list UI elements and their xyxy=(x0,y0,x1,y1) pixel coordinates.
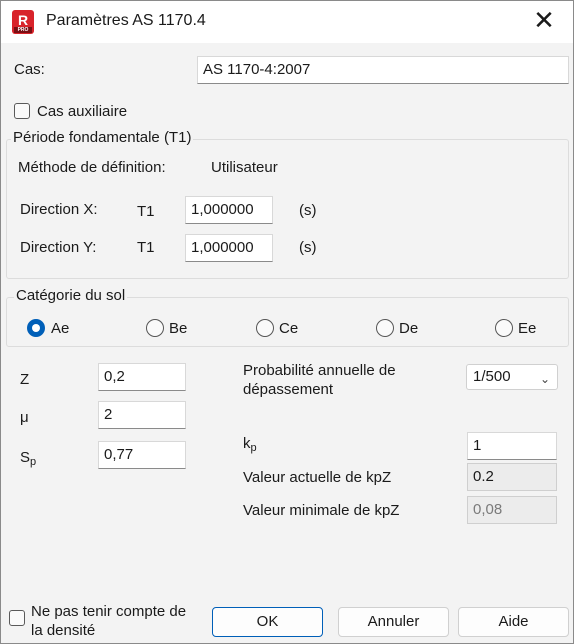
probability-label-line2: dépassement xyxy=(243,381,334,398)
density-label-line2: la densité xyxy=(31,622,96,639)
period-x-input[interactable]: 1,000000 xyxy=(185,196,273,224)
help-button[interactable]: Aide xyxy=(458,607,569,637)
density-label-line1: Ne pas tenir compte de xyxy=(31,603,187,620)
app-icon: R PRO xyxy=(12,10,34,34)
sp-label: Sp xyxy=(20,449,36,468)
direction-y-label: Direction Y: xyxy=(20,239,97,256)
app-icon-letter: R xyxy=(17,12,29,28)
probability-select[interactable]: 1/500 ⌄ xyxy=(466,364,558,390)
direction-x-label: Direction X: xyxy=(20,201,98,218)
soil-ee-radio[interactable] xyxy=(495,319,513,337)
method-value: Utilisateur xyxy=(211,159,278,176)
z-input[interactable]: 0,2 xyxy=(98,363,186,391)
density-checkbox[interactable] xyxy=(9,610,25,626)
soil-de-radio[interactable] xyxy=(376,319,394,337)
sp-label-sub: p xyxy=(30,456,37,468)
aux-case-label: Cas auxiliaire xyxy=(37,103,128,120)
cas-label: Cas: xyxy=(14,61,45,78)
z-label: Z xyxy=(20,371,30,388)
kp-input[interactable]: 1 xyxy=(467,432,557,460)
min-kpz-label: Valeur minimale de kpZ xyxy=(243,502,400,519)
mu-input[interactable]: 2 xyxy=(98,401,186,429)
soil-ee-label: Ee xyxy=(518,320,537,337)
sp-label-main: S xyxy=(20,449,31,466)
period-group-title: Période fondamentale (T1) xyxy=(11,129,194,146)
soil-ce-radio[interactable] xyxy=(256,319,274,337)
min-kpz-value: 0,08 xyxy=(467,496,557,524)
current-kpz-value: 0.2 xyxy=(467,463,557,491)
method-label: Méthode de définition: xyxy=(18,159,166,176)
chevron-down-icon: ⌄ xyxy=(539,372,550,386)
probability-label-line1: Probabilité annuelle de xyxy=(243,362,396,379)
current-kpz-label: Valeur actuelle de kpZ xyxy=(243,469,392,486)
kp-label-main: k xyxy=(243,435,251,452)
soil-be-radio[interactable] xyxy=(146,319,164,337)
t1-y-label: T1 xyxy=(137,239,155,256)
probability-value: 1/500 xyxy=(473,368,511,385)
soil-be-label: Be xyxy=(169,320,188,337)
density-label: Ne pas tenir compte de la densité xyxy=(31,602,186,640)
dialog-window: R PRO Paramètres AS 1170.4 ✕ Cas: AS 117… xyxy=(0,0,574,644)
period-y-unit: (s) xyxy=(299,239,317,256)
cas-field[interactable]: AS 1170-4:2007 xyxy=(197,56,569,84)
mu-label: μ xyxy=(20,409,29,426)
kp-label: kp xyxy=(243,435,257,454)
title-bar: R PRO Paramètres AS 1170.4 ✕ xyxy=(1,1,573,43)
period-y-input[interactable]: 1,000000 xyxy=(185,234,273,262)
window-title: Paramètres AS 1170.4 xyxy=(46,12,206,29)
aux-case-checkbox[interactable] xyxy=(14,103,30,119)
soil-group-title: Catégorie du sol xyxy=(14,287,128,304)
ok-button[interactable]: OK xyxy=(212,607,323,637)
t1-x-label: T1 xyxy=(137,203,155,220)
soil-de-label: De xyxy=(399,320,419,337)
soil-ce-label: Ce xyxy=(279,320,299,337)
soil-ae-radio[interactable] xyxy=(27,319,45,337)
kp-label-sub: p xyxy=(250,442,257,454)
app-icon-badge: PRO xyxy=(14,27,32,33)
period-x-unit: (s) xyxy=(299,202,317,219)
close-icon[interactable]: ✕ xyxy=(529,7,559,37)
cancel-button[interactable]: Annuler xyxy=(338,607,449,637)
sp-input[interactable]: 0,77 xyxy=(98,441,186,469)
soil-ae-label: Ae xyxy=(51,320,70,337)
